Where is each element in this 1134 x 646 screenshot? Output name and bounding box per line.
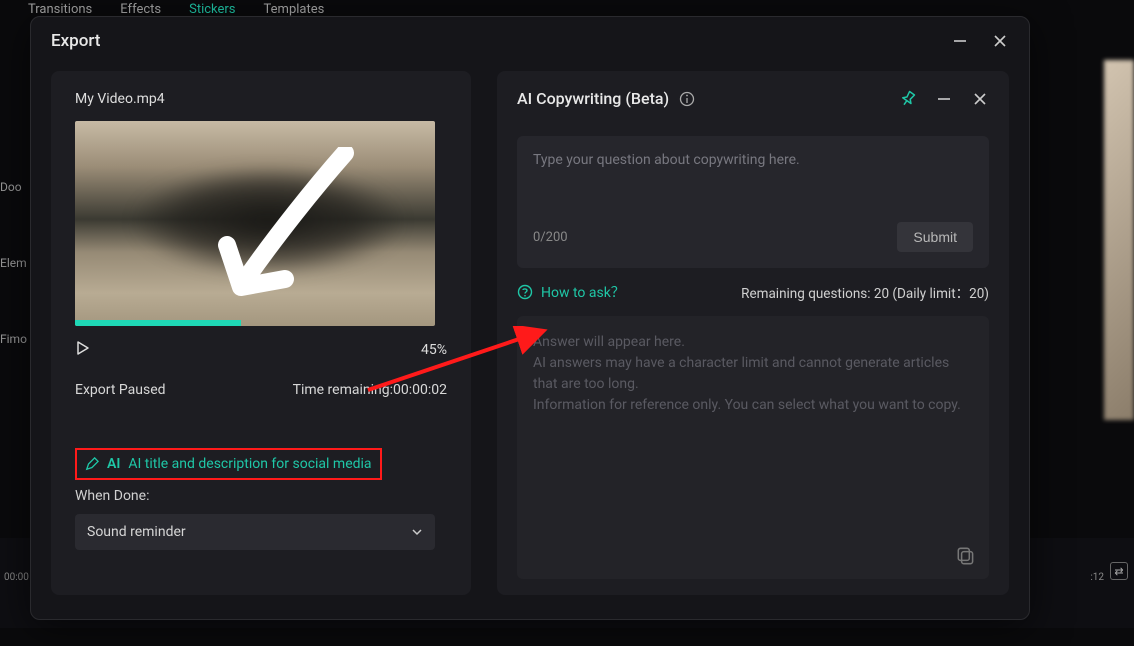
video-preview [75,121,435,326]
question-input-box: 0/200 Submit [517,136,989,268]
ai-close-button[interactable] [971,90,989,108]
when-done-label: When Done: [75,488,447,504]
export-progress-bar [75,320,241,326]
char-count: 0/200 [533,230,568,245]
export-left-panel: My Video.mp4 45% Export Paused Time rema [51,71,471,595]
export-modal: Export My Video.mp4 [30,16,1030,620]
export-status: Export Paused [75,382,166,398]
menu-templates[interactable]: Templates [264,2,325,17]
pencil-icon [85,457,99,471]
export-percent: 45% [421,342,447,358]
chevron-down-icon [411,526,423,538]
modal-title: Export [51,31,100,51]
close-button[interactable] [991,32,1009,50]
sidebar-label-doo: Doo [0,180,27,194]
menu-transitions[interactable]: Transitions [28,2,92,17]
preview-arrow-annotation [215,147,365,307]
answer-placeholder-line1: Answer will appear here. [533,332,973,353]
sidebar-label-elem: Elem [0,256,27,270]
bg-preview-edge [1104,60,1134,420]
answer-placeholder-line2: AI answers may have a character limit an… [533,353,973,395]
ai-panel-title: AI Copywriting (Beta) [517,89,669,108]
sidebar-label-fimo: Fimo [0,332,27,346]
ai-link-text: AI title and description for social medi… [128,456,371,472]
swap-icon[interactable]: ⇄ [1110,562,1128,580]
ai-social-media-link[interactable]: AI AI title and description for social m… [75,448,382,480]
timeline-tc-left: 00:00 [4,572,29,583]
question-textarea[interactable] [533,152,973,212]
menu-effects[interactable]: Effects [120,2,161,17]
bg-top-menu: Transitions Effects Stickers Templates [28,2,324,17]
answer-box: Answer will appear here. AI answers may … [517,316,989,579]
window-controls [951,32,1009,50]
minimize-button[interactable] [951,32,969,50]
question-circle-icon [517,284,533,300]
dropdown-value: Sound reminder [87,524,186,540]
info-icon[interactable] [679,91,695,107]
ai-copywriting-panel: AI Copywriting (Beta) [497,71,1009,595]
ai-minimize-button[interactable] [935,90,953,108]
timeline-tc-right: :12 [1090,572,1104,583]
how-to-ask-text: How to ask？ [541,282,625,302]
modal-header: Export [31,17,1029,61]
when-done-dropdown[interactable]: Sound reminder [75,514,435,550]
bg-sidebar: Doo Elem Fimo [0,180,27,346]
remaining-questions: Remaining questions: 20 (Daily limit：20) [741,282,989,302]
time-remaining: Time remaining:00:00:02 [293,382,447,398]
copy-icon[interactable] [955,545,977,567]
how-to-ask-link[interactable]: How to ask？ [517,282,625,302]
export-filename: My Video.mp4 [75,91,447,107]
pin-icon[interactable] [899,90,917,108]
submit-button[interactable]: Submit [897,222,973,252]
answer-placeholder-line3: Information for reference only. You can … [533,395,973,416]
menu-stickers[interactable]: Stickers [189,2,235,17]
ai-badge-icon: AI [107,456,120,472]
play-button[interactable] [75,340,95,360]
